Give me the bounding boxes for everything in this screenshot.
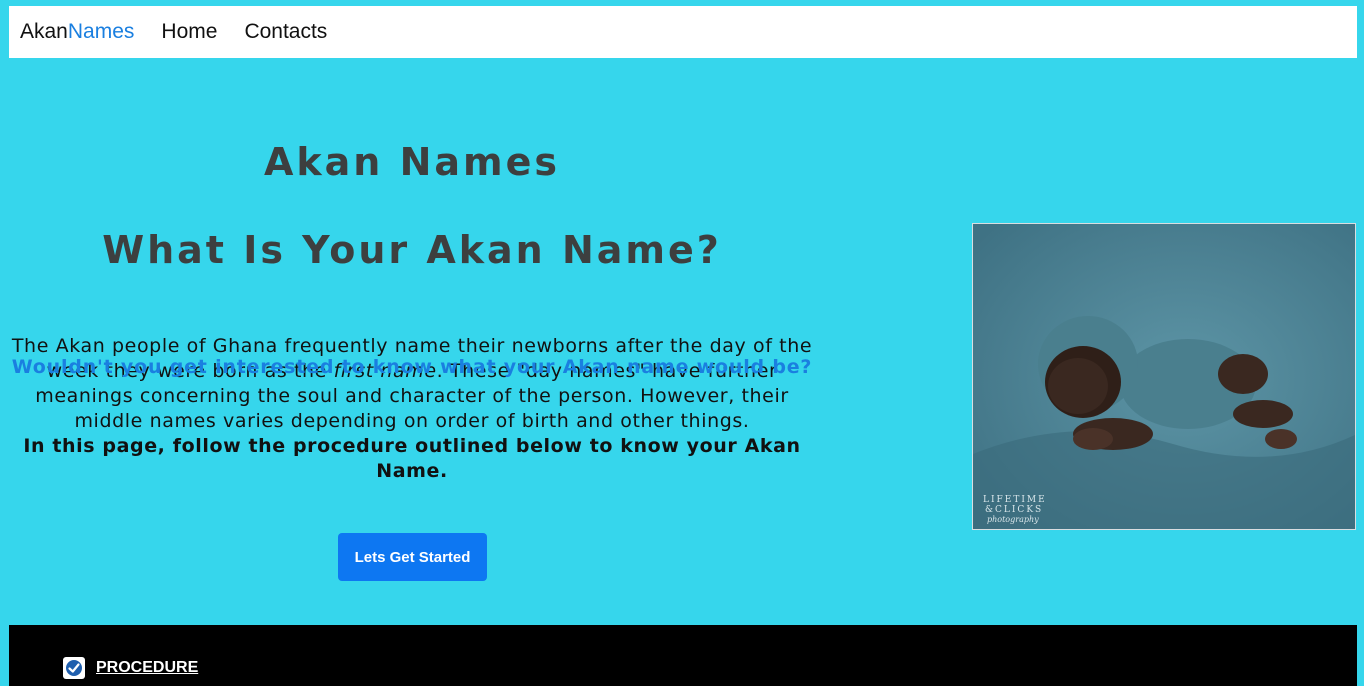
sleeping-baby-illustration: LIFETIME &CLICKS photography xyxy=(973,224,1355,529)
nav-link-contacts[interactable]: Contacts xyxy=(244,20,327,44)
procedure-heading: PROCEDURE xyxy=(63,657,198,679)
procedure-link[interactable]: PROCEDURE xyxy=(96,659,198,677)
brand-logo[interactable]: AkanNames xyxy=(20,20,134,44)
procedure-section: PROCEDURE xyxy=(9,625,1357,686)
watermark-line-3: photography xyxy=(987,515,1039,524)
brand-prefix: Akan xyxy=(20,20,68,43)
page-subtitle: What Is Your Akan Name? xyxy=(102,228,722,272)
watermark-line-1: LIFETIME xyxy=(983,495,1047,505)
watermark-line-2: &CLICKS xyxy=(985,505,1043,515)
interest-question: Wouldn't you get interested to know what… xyxy=(11,356,813,378)
intro-bold-text: In this page, follow the procedure outli… xyxy=(23,435,801,482)
baby-photo: LIFETIME &CLICKS photography xyxy=(972,223,1356,530)
brand-suffix: Names xyxy=(67,20,135,43)
checkbox-icon xyxy=(63,657,85,679)
navbar: AkanNames Home Contacts xyxy=(9,6,1357,58)
page-title: Akan Names xyxy=(263,140,561,184)
lets-get-started-button[interactable]: Lets Get Started xyxy=(338,533,487,581)
nav-link-home[interactable]: Home xyxy=(161,20,217,44)
